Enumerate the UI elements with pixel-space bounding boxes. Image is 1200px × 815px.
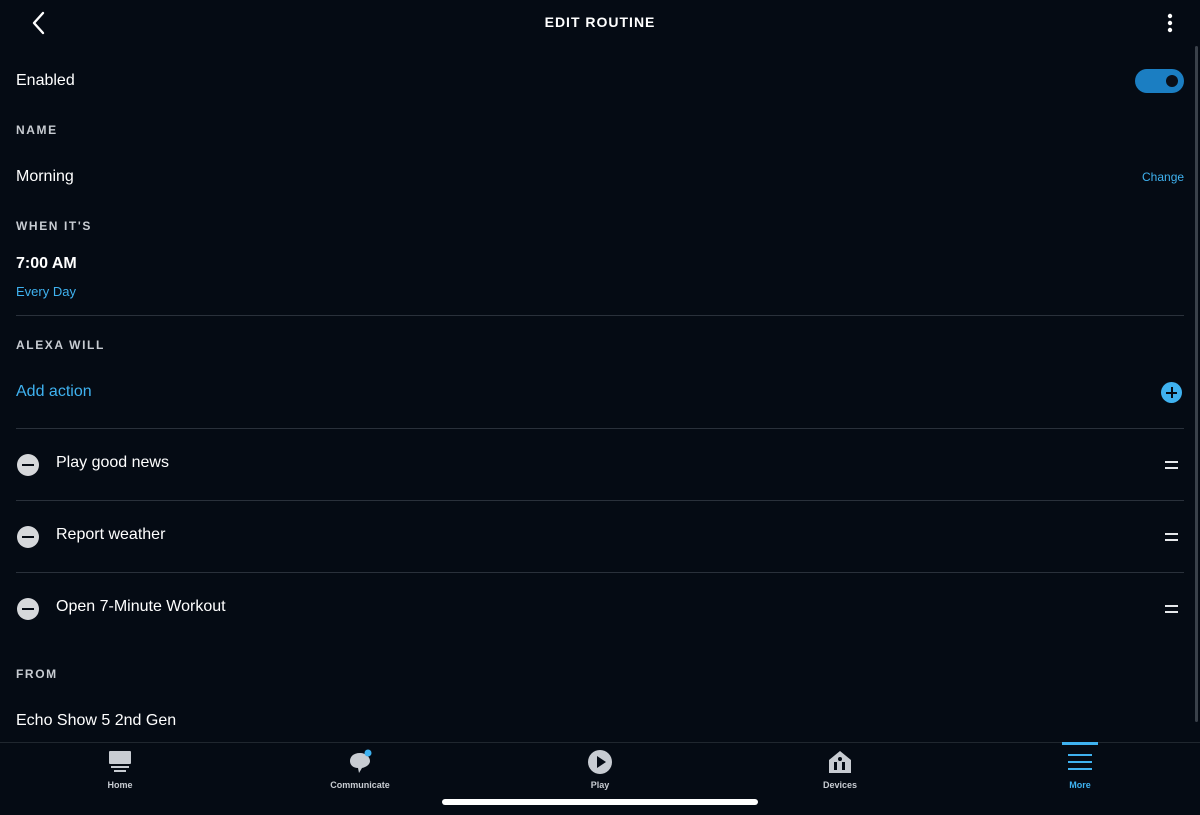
tab-label: Play xyxy=(590,780,610,790)
remove-action-minus-icon[interactable] xyxy=(17,454,39,476)
active-tab-indicator xyxy=(1062,742,1098,745)
change-name-link[interactable]: Change xyxy=(1142,170,1184,184)
action-row[interactable]: Report weather xyxy=(0,515,1200,559)
more-options-button[interactable] xyxy=(1160,10,1180,36)
add-action-plus-icon[interactable] xyxy=(1161,382,1182,403)
divider xyxy=(16,572,1184,573)
home-icon xyxy=(109,751,131,772)
remove-action-minus-icon[interactable] xyxy=(17,598,39,620)
kebab-menu-icon xyxy=(1167,13,1173,33)
drag-handle-icon[interactable] xyxy=(1165,459,1178,471)
routine-name: Morning xyxy=(16,168,74,185)
action-row[interactable]: Open 7-Minute Workout xyxy=(0,587,1200,631)
action-label: Report weather xyxy=(56,526,166,543)
play-icon xyxy=(588,750,612,774)
remove-action-minus-icon[interactable] xyxy=(17,526,39,548)
device-name[interactable]: Echo Show 5 2nd Gen xyxy=(16,712,176,730)
tab-play[interactable]: Play xyxy=(480,743,720,803)
add-action-link[interactable]: Add action xyxy=(16,383,92,401)
action-row[interactable]: Play good news xyxy=(0,443,1200,487)
drag-handle-icon[interactable] xyxy=(1165,603,1178,615)
trigger-recurrence[interactable]: Every Day xyxy=(16,284,76,299)
tab-label: Communicate xyxy=(330,780,390,790)
drag-handle-icon[interactable] xyxy=(1165,531,1178,543)
scrollbar[interactable] xyxy=(1195,46,1198,722)
tab-label: Devices xyxy=(822,780,858,790)
tab-home[interactable]: Home xyxy=(0,743,240,803)
enabled-toggle[interactable] xyxy=(1135,69,1184,93)
devices-icon xyxy=(829,751,851,773)
divider xyxy=(16,500,1184,501)
divider xyxy=(16,428,1184,429)
menu-icon xyxy=(1068,754,1092,770)
page-title: EDIT ROUTINE xyxy=(544,14,656,30)
name-section-label: NAME xyxy=(16,123,58,137)
tab-label: More xyxy=(1069,780,1091,790)
home-indicator-bar[interactable] xyxy=(442,799,758,805)
tab-more[interactable]: More xyxy=(960,743,1200,803)
tab-communicate[interactable]: Communicate xyxy=(240,743,480,803)
notification-badge xyxy=(364,749,372,757)
alexa-will-section-label: ALEXA WILL xyxy=(16,338,105,352)
from-section-label: FROM xyxy=(16,667,58,681)
tab-label: Home xyxy=(107,780,133,790)
divider xyxy=(16,315,1184,316)
toggle-knob xyxy=(1166,75,1178,87)
enabled-label: Enabled xyxy=(16,72,75,89)
action-label: Open 7-Minute Workout xyxy=(56,598,226,615)
when-section-label: WHEN IT'S xyxy=(16,219,92,233)
chat-bubble-icon xyxy=(350,749,372,773)
action-label: Play good news xyxy=(56,454,169,471)
tab-devices[interactable]: Devices xyxy=(720,743,960,803)
trigger-time[interactable]: 7:00 AM xyxy=(16,255,77,273)
